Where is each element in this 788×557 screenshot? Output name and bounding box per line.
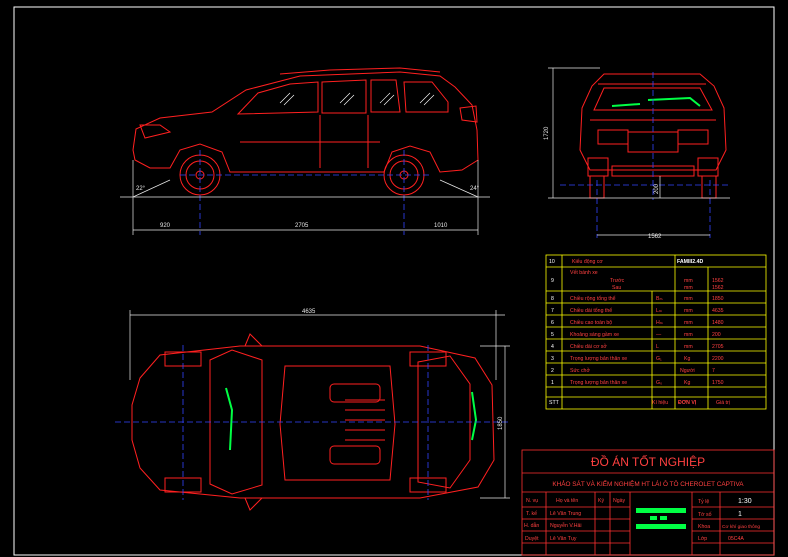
top-centerlines: [115, 345, 510, 500]
row-8-symbol: Bₘ: [656, 296, 663, 302]
spec-table: 10 Kiểu động cơ FAMIII2.4D 9 Vết bánh xe…: [549, 258, 730, 406]
header-ky: Ký: [598, 498, 604, 504]
front-height-label: 1720: [544, 126, 550, 140]
main-title: ĐỒ ÁN TỐT NGHIỆP: [591, 454, 705, 469]
row-9-sub1: Trước: [610, 278, 625, 284]
info-scale-label: Tỷ lệ: [698, 498, 709, 505]
row-9-stt: 9: [551, 278, 554, 284]
header-nv: N. vụ: [526, 498, 538, 504]
row-1-symbol: G₀: [656, 380, 662, 386]
title-block-logo: [636, 508, 686, 529]
table-footer-giatri: Giá trị: [716, 400, 730, 406]
row-5-stt: 5: [551, 332, 554, 338]
info-sheet-label: Tờ số: [698, 512, 712, 518]
drawing-canvas: 920 2705 1010 22° 24° 1720 200 1562 4635…: [13, 6, 775, 556]
row-10-value: FAMIII2.4D: [677, 259, 703, 265]
row-4-symbol: L: [656, 344, 659, 350]
row-6-value: 1480: [712, 320, 724, 326]
row-1-name: Trọng lượng bản thân xe: [570, 380, 627, 386]
person-3-name: Lê Văn Tụy: [550, 536, 577, 542]
row-10-name: Kiểu động cơ: [572, 258, 603, 265]
row-9-value2: 1562: [712, 285, 724, 291]
row-9-sub2: Sau: [612, 285, 621, 291]
person-3-role: Duyệt: [525, 536, 539, 542]
row-2-name: Sức chở: [570, 367, 590, 374]
info-scale-value: 1:30: [738, 498, 752, 505]
row-4-name: Chiều dài cơ sở: [570, 343, 607, 350]
row-2-stt: 2: [551, 368, 554, 374]
row-7-symbol: Lₘ: [656, 308, 662, 314]
row-1-unit: Kg: [684, 380, 690, 386]
person-2-name: Nguyễn V.Hải: [550, 522, 582, 529]
row-3-symbol: G₁: [656, 356, 662, 362]
info-class-value: 05C4A: [728, 536, 744, 542]
table-footer-kihieu: Kí hiệu: [652, 400, 668, 406]
person-1-name: Lê Văn Trung: [550, 511, 581, 517]
row-2-unit: Người: [680, 368, 695, 374]
info-sheet-value: 1: [738, 511, 742, 518]
row-1-stt: 1: [551, 380, 554, 386]
row-5-value: 200: [712, 332, 721, 338]
side-front-overhang-label: 920: [160, 223, 171, 229]
row-3-value: 2200: [712, 356, 724, 362]
row-6-stt: 6: [551, 320, 554, 326]
row-9-unit: mm: [684, 278, 693, 284]
row-10-stt: 10: [549, 259, 555, 265]
front-ground-clearance-label: 200: [654, 183, 660, 194]
row-9-value: 1562: [712, 278, 724, 284]
table-footer-stt: STT: [549, 400, 560, 406]
row-4-value: 2705: [712, 344, 724, 350]
front-track-label: 1562: [648, 234, 662, 240]
row-5-symbol: —: [656, 332, 662, 338]
row-9-unit2: mm: [684, 285, 693, 291]
row-3-name: Trọng lượng bản thân xe: [570, 356, 627, 362]
project-subtitle: KHẢO SÁT VÀ KIỂM NGHIỆM HT LÁI Ô TÔ CHER…: [552, 479, 744, 488]
row-9-name: Vết bánh xe: [570, 270, 598, 276]
header-name: Họ và tên: [556, 498, 578, 504]
row-3-unit: Kg: [684, 356, 690, 362]
side-approach-angle-label: 22°: [136, 186, 146, 192]
row-8-value: 1850: [712, 296, 724, 302]
person-1-role: T. kế: [526, 511, 537, 517]
row-2-value: 7: [712, 368, 715, 374]
table-footer-donvi: ĐƠN VỊ: [678, 400, 697, 406]
row-3-stt: 3: [551, 356, 554, 362]
info-class-label: Lớp: [698, 536, 707, 542]
side-rear-overhang-label: 1010: [434, 223, 448, 229]
top-dimensions: [129, 310, 510, 499]
row-8-stt: 8: [551, 296, 554, 302]
person-2-role: H. dẫn: [524, 522, 539, 529]
top-length-label: 4635: [302, 309, 316, 315]
header-ngay: Ngày: [613, 498, 626, 504]
row-8-unit: mm: [684, 296, 693, 302]
side-wheelbase-label: 2705: [295, 223, 309, 229]
row-5-name: Khoảng sáng gầm xe: [570, 332, 619, 338]
top-glass-accent: [225, 387, 478, 451]
row-7-stt: 7: [551, 308, 554, 314]
info-dept-label: Khoa: [698, 524, 710, 530]
row-7-value: 4635: [712, 308, 724, 314]
top-width-label: 1850: [498, 416, 504, 430]
row-4-stt: 4: [551, 344, 554, 350]
row-7-name: Chiều dài tổng thể: [570, 307, 612, 314]
row-5-unit: mm: [684, 332, 693, 338]
side-view: [132, 67, 479, 196]
info-dept-value: Cơ khí giao thông: [722, 524, 760, 530]
row-6-symbol: Hₘ: [656, 320, 663, 326]
row-6-unit: mm: [684, 320, 693, 326]
side-departure-angle-label: 24°: [470, 186, 480, 192]
row-7-unit: mm: [684, 308, 693, 314]
row-6-name: Chiều cao toàn bộ: [570, 320, 612, 326]
row-1-value: 1750: [712, 380, 724, 386]
row-4-unit: mm: [684, 344, 693, 350]
row-8-name: Chiều rộng tổng thể: [570, 295, 616, 302]
front-windshield-accent: [611, 96, 701, 107]
